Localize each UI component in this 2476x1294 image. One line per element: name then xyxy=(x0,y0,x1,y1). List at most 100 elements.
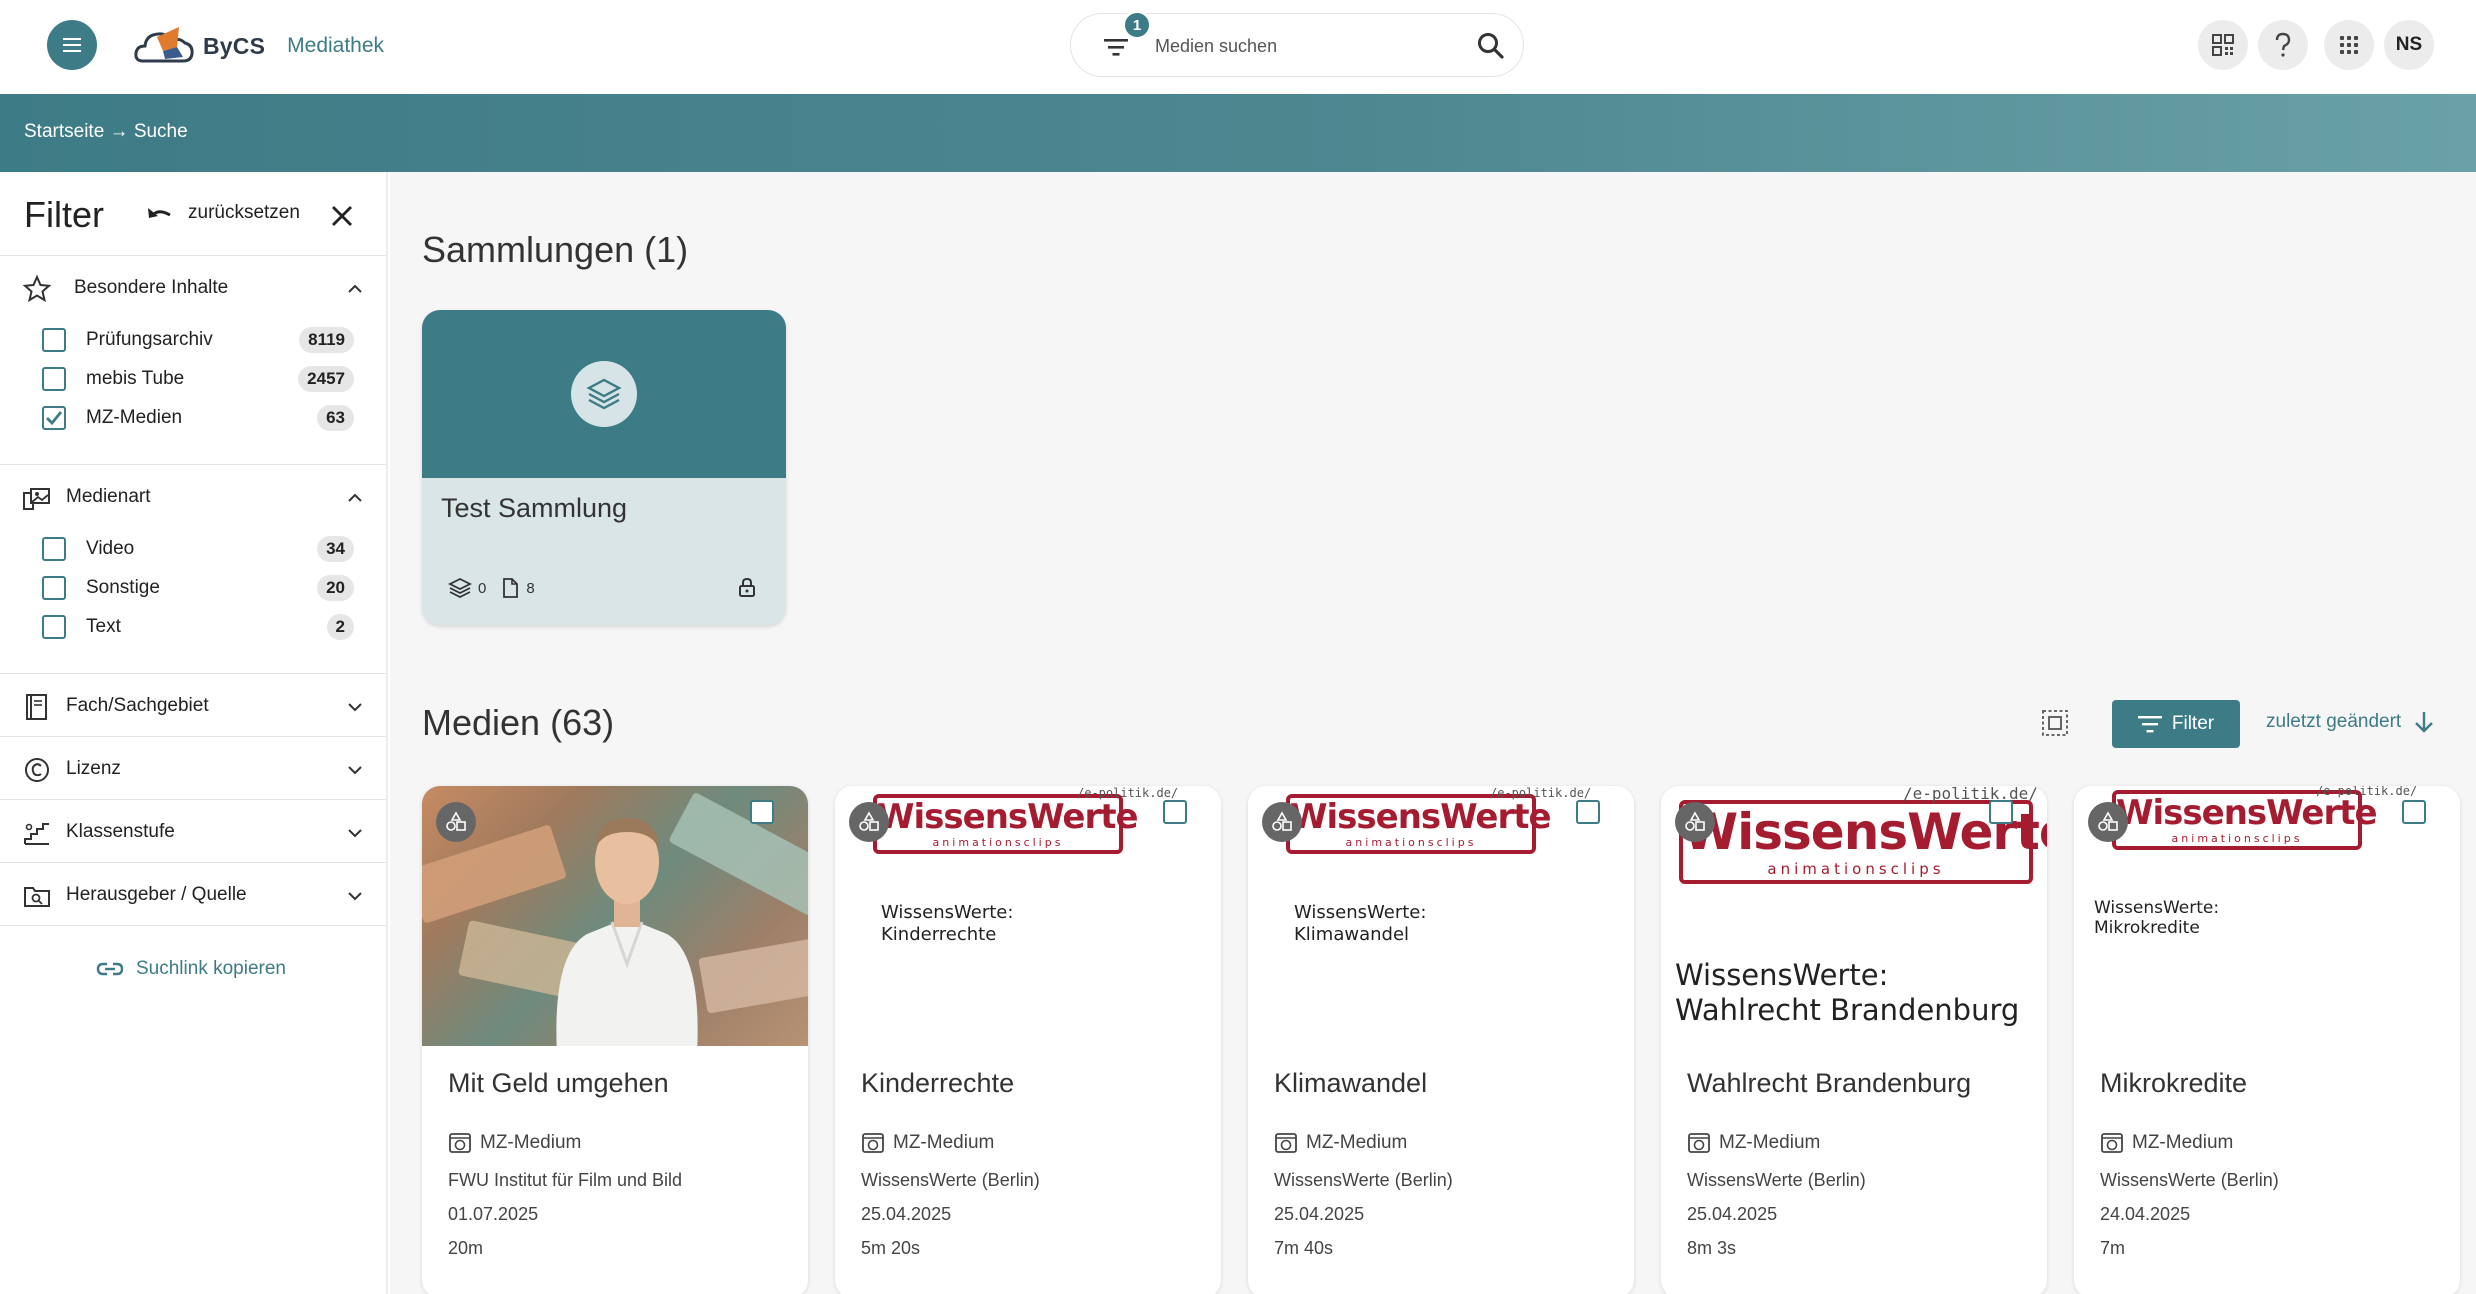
qr-code-button[interactable] xyxy=(2198,20,2248,70)
filter-section-header[interactable]: Fach/Sachgebiet xyxy=(0,674,386,738)
checkbox[interactable] xyxy=(42,328,66,352)
select-checkbox[interactable] xyxy=(1576,800,1600,824)
filter-button[interactable]: Filter xyxy=(2112,700,2240,748)
filter-option[interactable]: Video 34 xyxy=(0,529,386,568)
media-type-icon xyxy=(862,1133,884,1153)
count-badge: 2457 xyxy=(298,366,354,392)
collections-heading: Sammlungen (1) xyxy=(422,229,689,270)
filter-section-label: Lizenz xyxy=(66,758,121,779)
filter-section-header[interactable]: Herausgeber / Quelle xyxy=(0,863,386,927)
filter-section-label: Besondere Inhalte xyxy=(74,277,229,298)
copyright-icon xyxy=(25,758,49,782)
reset-filters-button[interactable]: zurücksetzen xyxy=(146,202,300,224)
select-checkbox[interactable] xyxy=(750,800,774,824)
filter-button-label: Filter xyxy=(2171,713,2215,734)
media-heading: Medien (63) xyxy=(422,702,615,743)
filter-section-special: Besondere Inhalte Prüfungsarchiv 8119 me… xyxy=(0,256,386,465)
filter-option[interactable]: MZ-Medien 63 xyxy=(0,398,386,437)
star-icon xyxy=(22,274,52,303)
media-card[interactable]: WissensWerte animationsclips /e-politik.… xyxy=(1248,786,1634,1294)
media-duration: 20m xyxy=(448,1238,484,1258)
filter-section-label: Fach/Sachgebiet xyxy=(66,695,209,716)
filter-option-label: Text xyxy=(86,615,121,637)
media-duration: 7m xyxy=(2100,1238,2126,1258)
lock-icon xyxy=(739,577,755,597)
filter-option[interactable]: mebis Tube 2457 xyxy=(0,359,386,398)
copy-search-link-label: Suchlink kopieren xyxy=(136,958,286,979)
media-publisher: WissensWerte (Berlin) xyxy=(1687,1170,1866,1190)
filter-section-publisher: Herausgeber / Quelle xyxy=(0,863,386,926)
media-card[interactable]: WissensWerte animationsclips /e-politik.… xyxy=(2074,786,2460,1294)
filter-section-header[interactable]: Besondere Inhalte xyxy=(0,256,386,320)
app-name: Mediathek xyxy=(287,34,385,57)
wissenswerte-logo: WissensWerte animationsclips xyxy=(1286,794,1552,854)
mz-medium-badge xyxy=(1262,802,1302,842)
search-icon[interactable] xyxy=(1475,30,1507,62)
filter-section-header[interactable]: Klassenstufe xyxy=(0,800,386,864)
thumb-url: /e-politik.de/ xyxy=(2316,786,2418,798)
select-all-icon[interactable] xyxy=(2040,708,2070,738)
apps-button[interactable] xyxy=(2324,20,2374,70)
filter-section-label: Klassenstufe xyxy=(66,821,175,842)
qr-code-icon xyxy=(2212,34,2234,56)
filter-section-header[interactable]: Lizenz xyxy=(0,737,386,801)
count-badge: 8119 xyxy=(299,327,354,353)
close-icon[interactable] xyxy=(328,202,356,230)
select-checkbox[interactable] xyxy=(1163,800,1187,824)
filter-option[interactable]: Sonstige 20 xyxy=(0,568,386,607)
media-thumbnail xyxy=(422,786,808,1046)
shapes-icon xyxy=(2098,811,2118,831)
checkbox[interactable] xyxy=(42,537,66,561)
breadcrumb[interactable]: Startseite → Suche xyxy=(24,121,188,143)
filter-option[interactable]: Prüfungsarchiv 8119 xyxy=(0,320,386,359)
media-title: Mit Geld umgehen xyxy=(448,1068,669,1098)
document-icon xyxy=(503,578,519,598)
shapes-icon xyxy=(1272,811,1292,831)
search-input[interactable] xyxy=(1155,28,1455,64)
menu-button[interactable] xyxy=(47,20,97,70)
select-checkbox[interactable] xyxy=(2402,800,2426,824)
bycs-logo[interactable]: ByCS Mediathek xyxy=(133,22,384,70)
checkbox[interactable] xyxy=(42,615,66,639)
help-icon xyxy=(2275,32,2291,57)
user-avatar[interactable]: NS xyxy=(2384,20,2434,70)
layers-small-icon xyxy=(448,577,472,599)
media-type-icon xyxy=(23,488,50,510)
help-button[interactable] xyxy=(2258,20,2308,70)
media-type-icon xyxy=(1275,1133,1297,1153)
sort-button[interactable]: zuletzt geändert xyxy=(2266,710,2435,734)
checkbox-checked[interactable] xyxy=(42,406,66,430)
thumb-url: /e-politik.de/ xyxy=(1903,786,2038,803)
collection-stats: 0 8 xyxy=(448,576,535,600)
main-content: Sammlungen (1) Test Sammlung 0 8 Medien … xyxy=(390,172,2476,1294)
media-type-label: MZ-Medium xyxy=(480,1132,582,1153)
select-checkbox[interactable] xyxy=(1989,800,2013,824)
hamburger-icon xyxy=(63,38,81,52)
media-card[interactable]: Mit Geld umgehen MZ-Medium FWU Institut … xyxy=(422,786,808,1294)
filter-section-header[interactable]: Medienart xyxy=(0,465,386,529)
filter-section-grade: Klassenstufe xyxy=(0,800,386,863)
checkmark-icon xyxy=(46,411,63,426)
checkbox[interactable] xyxy=(42,576,66,600)
collection-card[interactable]: Test Sammlung 0 8 xyxy=(422,310,786,625)
chevron-up-icon xyxy=(348,493,362,502)
checkbox[interactable] xyxy=(42,367,66,391)
filter-option-label: Video xyxy=(86,537,135,559)
media-publisher: WissensWerte (Berlin) xyxy=(1274,1170,1453,1190)
filter-option-label: MZ-Medien xyxy=(86,406,183,428)
thumb-caption: WissensWerte: Klimawandel xyxy=(1294,902,1427,945)
presenter-image xyxy=(556,818,698,1046)
thumb-url: /e-politik.de/ xyxy=(1077,786,1179,800)
cloud-logo-icon xyxy=(134,27,194,63)
media-type: MZ-Medium xyxy=(1274,1131,1407,1155)
filter-option[interactable]: Text 2 xyxy=(0,607,386,646)
filter-title: Filter xyxy=(24,194,104,235)
media-card[interactable]: WissensWerte animationsclips /e-politik.… xyxy=(835,786,1221,1294)
media-card[interactable]: WissensWerte animationsclips /e-politik.… xyxy=(1661,786,2047,1294)
media-type-label: MZ-Medium xyxy=(2132,1132,2234,1153)
collection-header xyxy=(422,310,786,478)
copy-search-link-button[interactable]: Suchlink kopieren xyxy=(96,958,286,980)
mz-medium-badge xyxy=(849,802,889,842)
media-type-label: MZ-Medium xyxy=(1306,1132,1408,1153)
filter-option-label: mebis Tube xyxy=(86,367,185,389)
